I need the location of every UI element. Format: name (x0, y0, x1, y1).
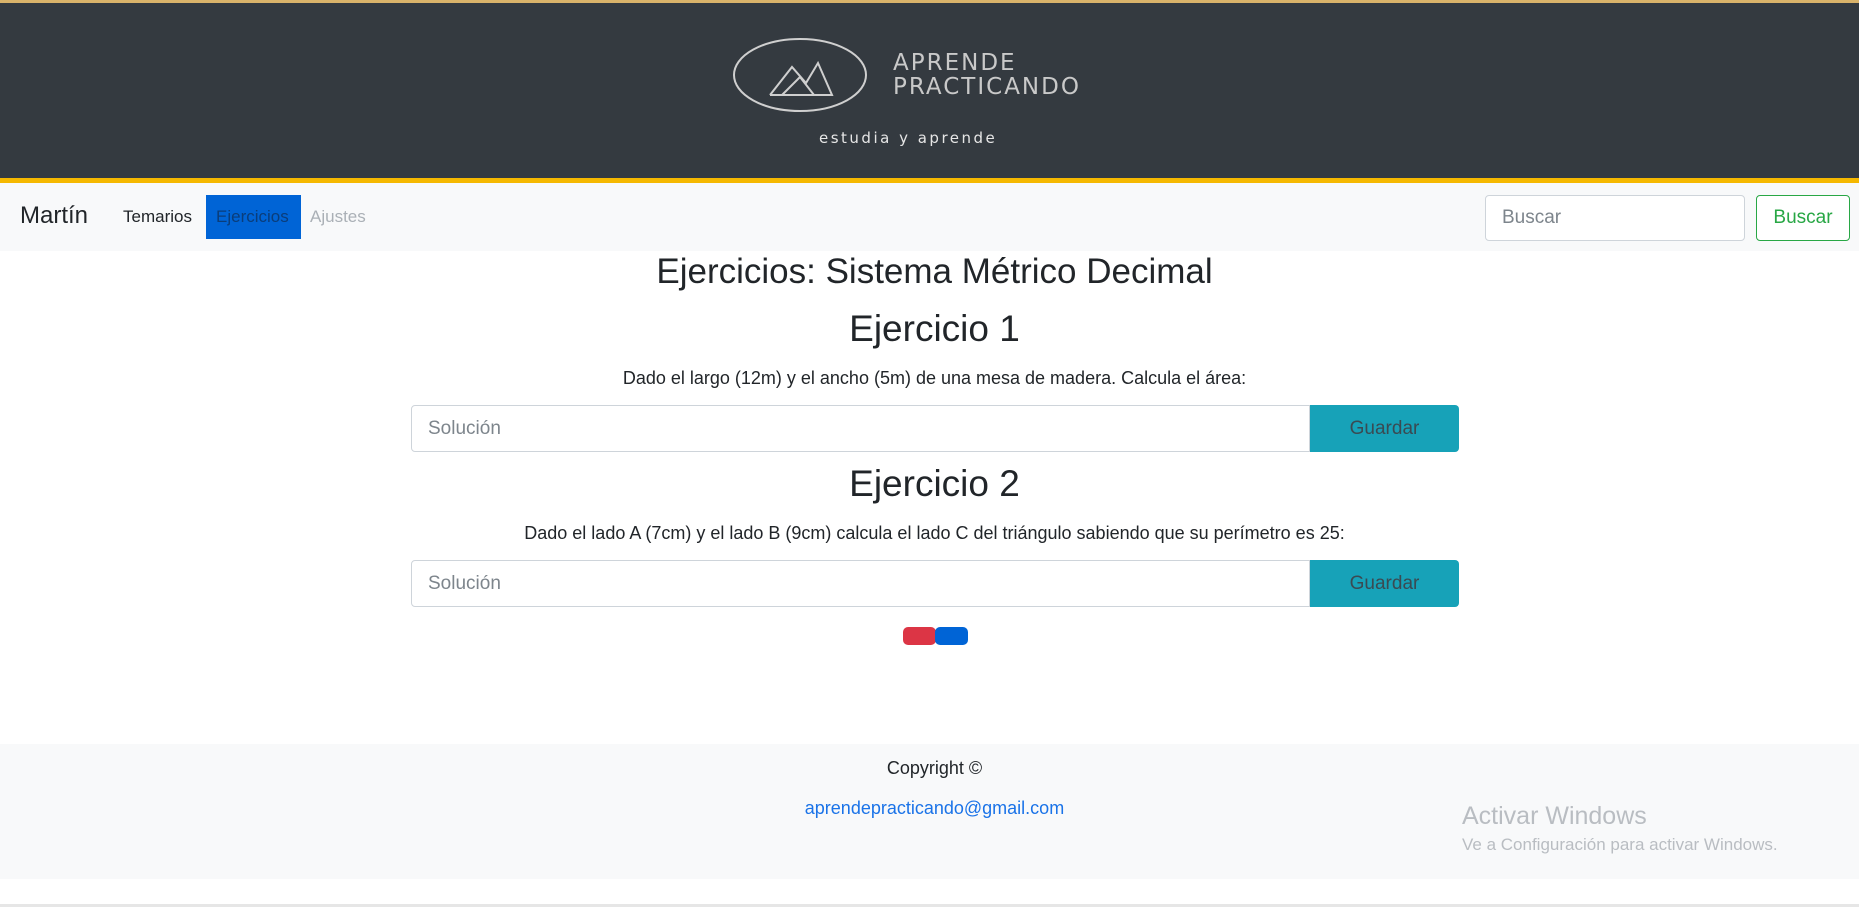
page-footer: Copyright © aprendepracticando@gmail.com… (0, 744, 1859, 879)
exercise-1-save-button[interactable]: Guardar (1310, 405, 1459, 452)
search-input[interactable] (1485, 195, 1745, 241)
logo-line-2: PRACTICANDO (893, 74, 1081, 100)
windows-activation-title: Activar Windows (1462, 802, 1647, 830)
nav-item-ajustes[interactable]: Ajustes (300, 195, 376, 239)
main-navbar: Martín Temarios Ejercicios Ajustes Busca… (0, 183, 1859, 251)
page-title: Ejercicios: Sistema Métrico Decimal (656, 252, 1213, 291)
windows-activation-subtitle: Ve a Configuración para activar Windows. (1462, 835, 1778, 854)
exercise-1-text: Dado el largo (12m) y el ancho (5m) de u… (622, 368, 1247, 388)
exercise-1-title: Ejercicio 1 (849, 308, 1020, 349)
logo-wordmark: APRENDE PRACTICANDO (893, 51, 1081, 99)
exercise-2-title: Ejercicio 2 (849, 463, 1020, 504)
next-page-button[interactable] (935, 627, 968, 645)
search-button[interactable]: Buscar (1756, 195, 1850, 241)
exercise-2-solution-input[interactable] (411, 560, 1310, 607)
nav-item-ejercicios[interactable]: Ejercicios (206, 195, 301, 239)
mountain-logo-icon (733, 38, 867, 112)
exercise-2-save-button[interactable]: Guardar (1310, 560, 1459, 607)
logo-tagline: estudia y aprende (819, 129, 998, 147)
previous-page-button[interactable] (903, 627, 936, 645)
header-banner: APRENDE PRACTICANDO estudia y aprende (0, 0, 1859, 183)
nav-item-temarios[interactable]: Temarios (113, 195, 202, 239)
copyright-text: Copyright © (886, 758, 983, 778)
logo-line-1: APRENDE (893, 50, 1017, 76)
exercise-1-solution-input[interactable] (411, 405, 1310, 452)
site-logo[interactable]: APRENDE PRACTICANDO estudia y aprende (730, 37, 1150, 157)
exercise-2-text: Dado el lado A (7cm) y el lado B (9cm) c… (524, 523, 1345, 543)
navbar-brand[interactable]: Martín (20, 202, 88, 230)
